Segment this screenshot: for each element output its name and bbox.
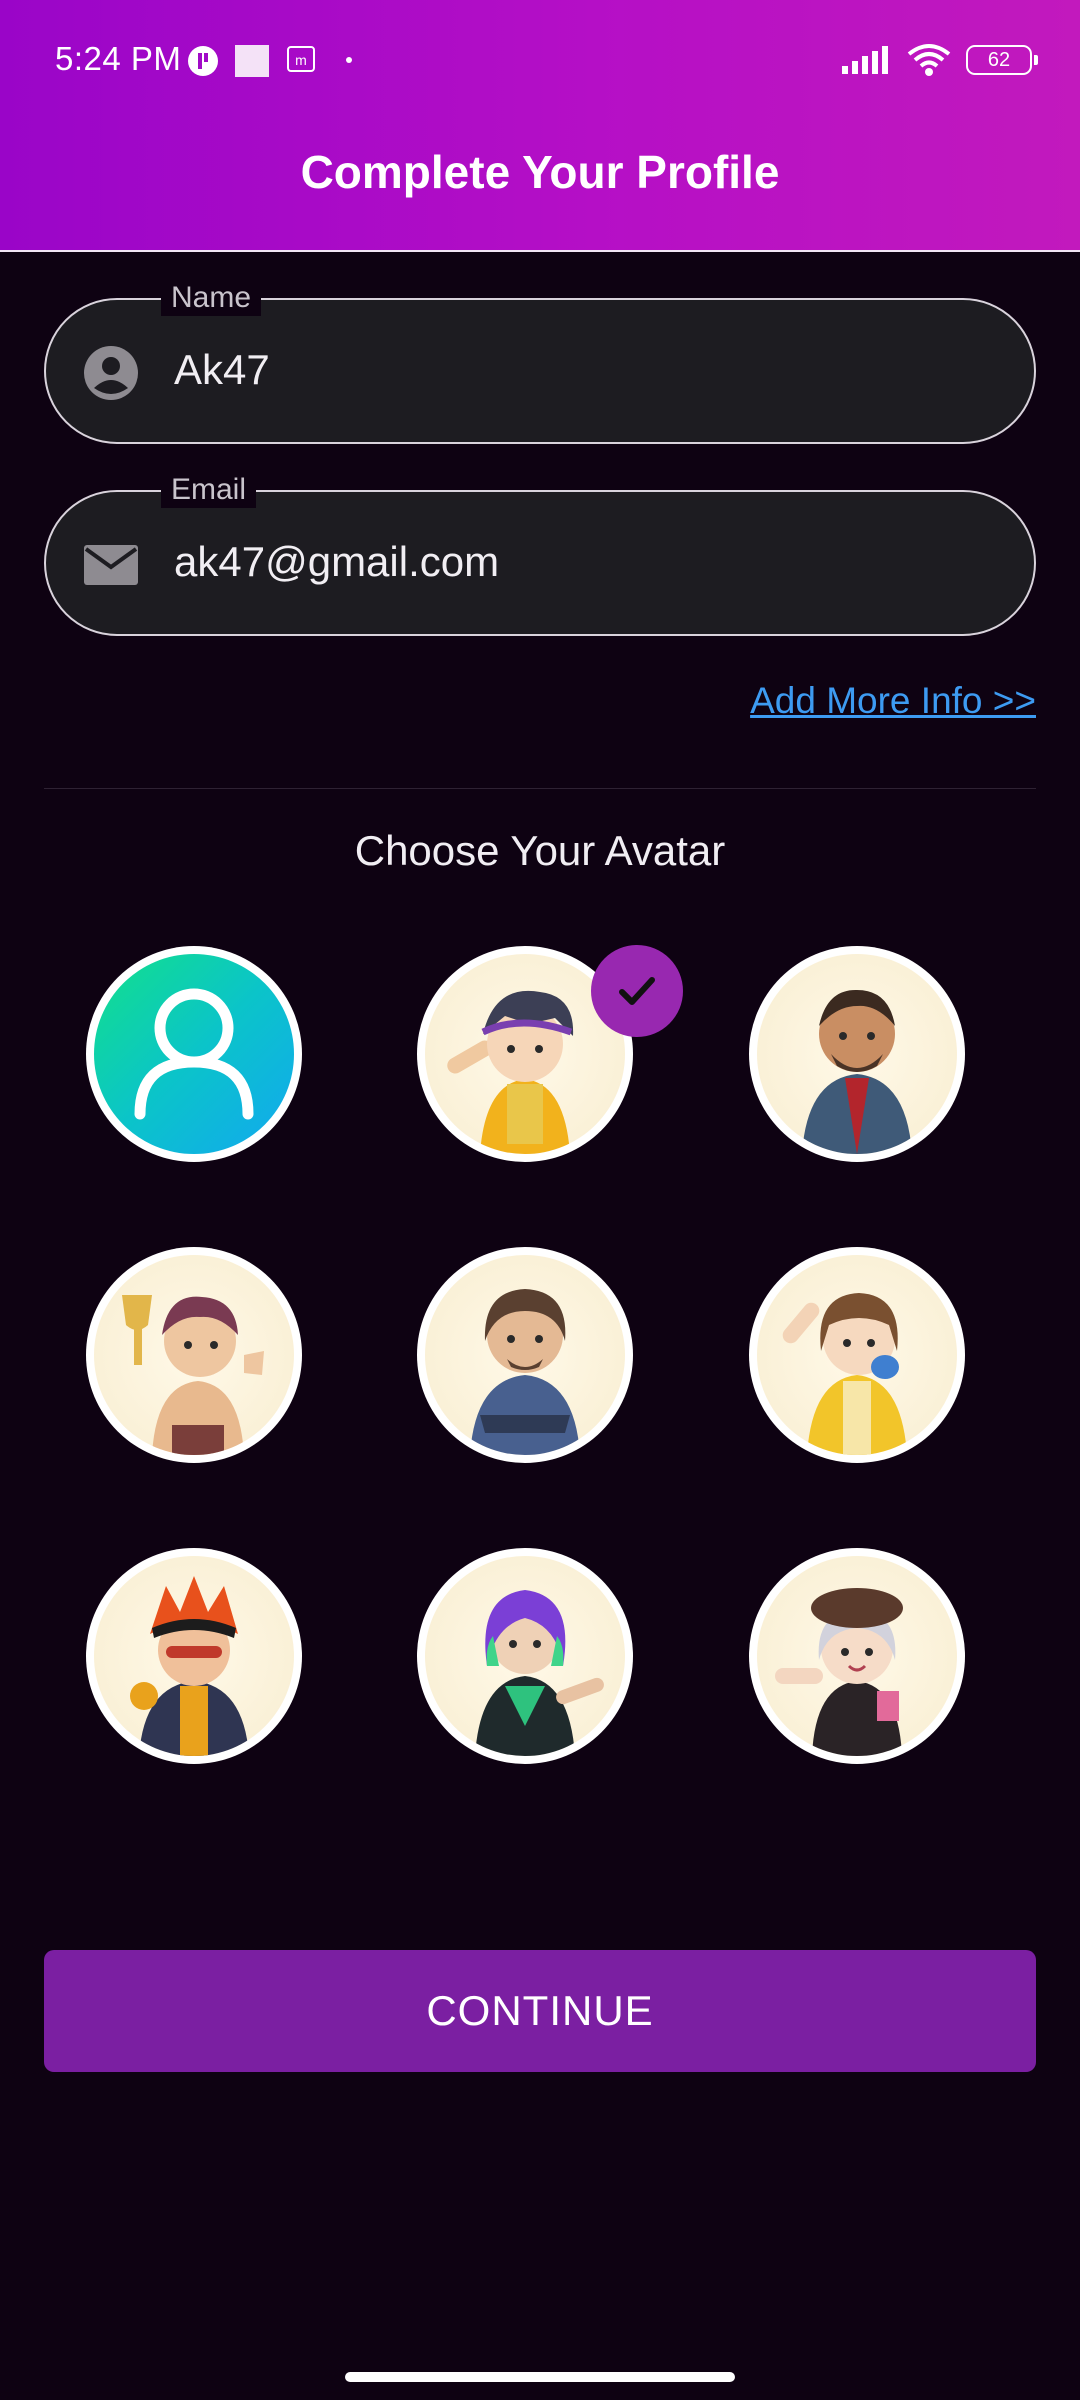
default-person-icon <box>134 988 254 1120</box>
avatar-character-icon <box>775 1588 903 1756</box>
app-header: 5:24 PM m 62 Complete Your Profile <box>0 0 1080 252</box>
avatar-option-7[interactable] <box>86 1548 302 1764</box>
avatar-character-icon <box>130 1576 249 1756</box>
message-notification-icon: m <box>287 46 315 72</box>
account-circle-icon <box>84 346 138 400</box>
avatar-character-icon <box>782 1293 907 1455</box>
image-notification-icon <box>235 45 269 77</box>
avatar-option-9[interactable] <box>749 1548 965 1764</box>
status-bar: 5:24 PM m 62 <box>0 0 1080 120</box>
signal-icon <box>842 46 888 74</box>
avatar-option-6[interactable] <box>749 1247 965 1463</box>
avatar-character-icon <box>475 1590 604 1756</box>
name-field[interactable]: Name Ak47 <box>44 280 1036 444</box>
email-field[interactable]: Email ak47@gmail.com <box>44 472 1036 636</box>
mail-icon <box>84 545 138 585</box>
section-divider <box>44 788 1036 789</box>
email-field-value[interactable]: ak47@gmail.com <box>174 538 499 586</box>
selected-check-icon <box>591 945 683 1037</box>
dot-icon <box>346 57 352 63</box>
wifi-icon <box>907 44 951 76</box>
avatar-option-3[interactable] <box>749 946 965 1162</box>
email-field-label: Email <box>161 472 257 508</box>
continue-button[interactable]: CONTINUE <box>44 1950 1036 2072</box>
battery-indicator: 62 <box>966 45 1038 75</box>
add-more-info-link[interactable]: Add More Info >> <box>750 680 1036 722</box>
status-time: 5:24 PM <box>55 40 182 77</box>
app-notification-icon <box>188 46 218 76</box>
choose-avatar-title: Choose Your Avatar <box>354 827 726 874</box>
avatar-character-icon <box>802 989 912 1154</box>
home-indicator[interactable] <box>345 2372 735 2382</box>
page-title: Complete Your Profile <box>300 146 780 198</box>
name-field-label: Name <box>161 280 262 316</box>
svg-text:m: m <box>295 52 307 68</box>
avatar-character-icon <box>122 1295 264 1455</box>
avatar-option-8[interactable] <box>417 1548 633 1764</box>
avatar-character-icon <box>470 1289 580 1455</box>
avatar-option-4[interactable] <box>86 1247 302 1463</box>
avatar-option-5[interactable] <box>417 1247 633 1463</box>
avatar-option-default[interactable] <box>86 946 302 1162</box>
name-field-value[interactable]: Ak47 <box>174 346 270 394</box>
